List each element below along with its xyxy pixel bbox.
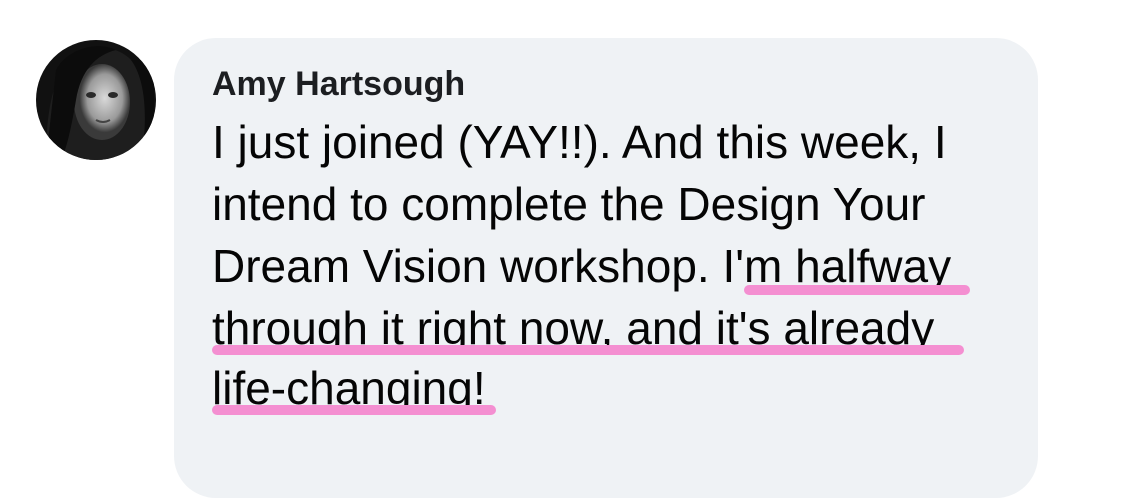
avatar-photo [36, 40, 156, 160]
highlight-underline [212, 405, 496, 415]
comment-author[interactable]: Amy Hartsough [212, 64, 465, 104]
avatar[interactable] [36, 40, 156, 160]
comment-text: Dream Vision workshop. [212, 240, 723, 292]
comment-text: intend to complete the Design Your [212, 178, 926, 230]
comment-text-line: I just joined (YAY!!). And this week, I [212, 114, 947, 170]
highlight-underline [212, 345, 964, 355]
comment-text: I just joined (YAY!!). And this week, I [212, 116, 947, 168]
comment-text-line: intend to complete the Design Your [212, 176, 926, 232]
highlight-underline [744, 285, 970, 295]
